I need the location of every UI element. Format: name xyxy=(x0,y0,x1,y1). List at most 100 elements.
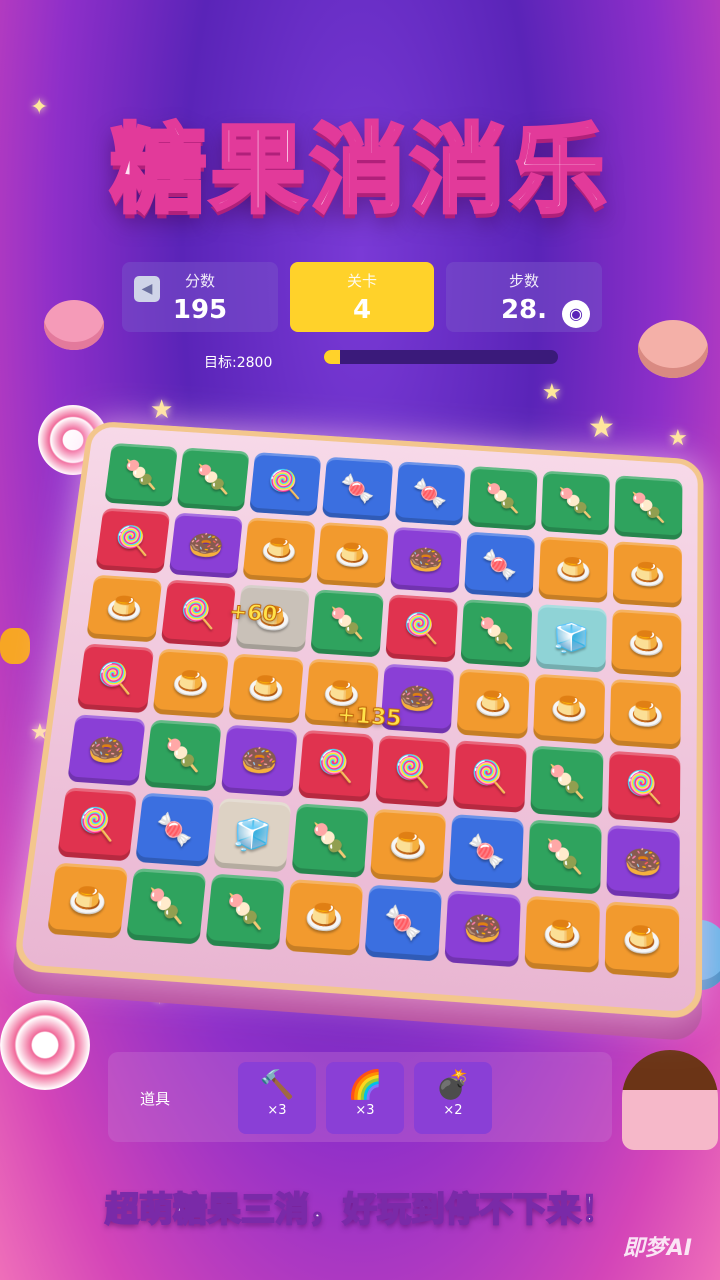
candy-tile[interactable]: 🍮 xyxy=(228,653,304,724)
candy-tile[interactable]: 🍬 xyxy=(464,531,536,599)
candy-icon: 🍡 xyxy=(309,821,351,860)
candy-tile[interactable]: 🍮 xyxy=(456,668,530,740)
slogan: 超萌糖果三消，好玩到停不下来！ xyxy=(104,1189,616,1231)
candy-icon: 🍮 xyxy=(626,695,665,733)
candy-icon: 🍭 xyxy=(266,467,305,501)
candy-icon: 🍮 xyxy=(246,670,287,707)
candy-tile[interactable]: 🍩 xyxy=(168,512,243,579)
candy-icon: 🍮 xyxy=(303,897,346,938)
candy-tile[interactable]: 🍬 xyxy=(135,792,215,867)
candy-tile[interactable]: 🧊 xyxy=(535,604,607,673)
candy-tile[interactable]: 🍬 xyxy=(321,456,394,522)
candy-icon: 🍮 xyxy=(622,919,663,960)
candy-tile[interactable]: 🍮 xyxy=(609,678,681,750)
macaron-icon xyxy=(44,300,104,350)
candy-tile[interactable]: 🍡 xyxy=(205,873,285,951)
candy-tile[interactable]: 🍡 xyxy=(467,465,538,531)
candy-tile[interactable]: 🍮 xyxy=(612,541,682,608)
level-value: 4 xyxy=(352,295,372,325)
candy-tile[interactable]: 🍮 xyxy=(369,808,447,884)
candy-tile[interactable]: 🍡 xyxy=(460,599,533,668)
candy-tile[interactable]: 🍡 xyxy=(176,447,250,512)
candy-tile[interactable]: 🍭 xyxy=(76,643,155,714)
ice-cream-icon xyxy=(622,1050,718,1150)
candy-tile[interactable]: 🍩 xyxy=(67,714,146,787)
candy-tile[interactable]: 🍡 xyxy=(291,803,369,878)
target-label: 目标:2800 xyxy=(204,355,273,371)
back-arrow-icon[interactable]: ◀ xyxy=(134,276,160,302)
candy-tile[interactable]: 🍭 xyxy=(95,507,171,574)
candy-tile[interactable]: 🍭 xyxy=(452,740,527,813)
candy-tile[interactable]: 🍮 xyxy=(316,522,389,589)
candy-icon: 🍭 xyxy=(392,752,433,790)
candy-icon: 🍬 xyxy=(338,472,377,506)
candy-tile[interactable]: 🍬 xyxy=(448,814,524,889)
candy-tile[interactable]: 🍮 xyxy=(242,517,316,584)
sparkle-icon: ★ xyxy=(542,380,562,405)
candy-icon: 🍩 xyxy=(85,731,128,769)
level-label: 关卡 xyxy=(346,272,377,290)
candy-icon: 🧊 xyxy=(231,815,274,855)
candy-icon: 🍭 xyxy=(95,660,137,697)
game-title: 糖果消消乐 xyxy=(108,112,610,228)
candy-icon: 🍩 xyxy=(623,842,663,882)
candy-tile[interactable]: 🍮 xyxy=(46,862,129,939)
target-icon[interactable]: ◉ xyxy=(562,300,590,328)
candy-tile[interactable]: 🍡 xyxy=(126,868,207,945)
candy-icon: 🍡 xyxy=(145,886,188,926)
candy-tile[interactable]: 🍭 xyxy=(385,594,459,663)
candy-icon: 🍬 xyxy=(466,831,507,871)
candy-icon: 🍡 xyxy=(630,490,667,525)
candy-tile[interactable]: 🍡 xyxy=(540,470,610,536)
candy-tile[interactable]: 🧊 xyxy=(213,797,292,873)
candy-icon: 🍭 xyxy=(315,747,357,785)
candy-icon: 🍩 xyxy=(239,741,280,780)
candy-icon: 🍮 xyxy=(629,557,666,592)
moves-label: 步数 xyxy=(508,272,539,290)
sparkle-icon: ★ xyxy=(588,410,615,445)
candy-tile[interactable]: 🍭 xyxy=(249,452,322,517)
candy-tile[interactable]: 🍭 xyxy=(608,750,681,824)
macaron-icon xyxy=(638,320,708,378)
candy-icon: 🍮 xyxy=(473,685,513,722)
candy-tile[interactable]: 🍬 xyxy=(394,461,466,526)
candy-tile[interactable]: 🍭 xyxy=(160,579,237,648)
candy-tile[interactable]: 🍩 xyxy=(220,724,298,797)
tool-count: ×3 xyxy=(355,1103,375,1118)
candy-tile[interactable]: 🍮 xyxy=(284,879,364,956)
candy-tile[interactable]: 🍮 xyxy=(538,536,609,604)
tool-hammer-button[interactable]: 🔨 ×3 xyxy=(238,1062,316,1134)
candy-tile[interactable]: 🍮 xyxy=(152,648,229,719)
candy-tile[interactable]: 🍮 xyxy=(604,901,680,979)
candy-tile[interactable]: 🍡 xyxy=(614,475,683,541)
sparkle-icon: ★ xyxy=(668,426,688,451)
candy-tile[interactable]: 🍩 xyxy=(606,824,680,901)
candy-tile[interactable]: 🍩 xyxy=(390,526,462,594)
candy-tile[interactable]: 🍡 xyxy=(530,745,604,819)
candy-tile[interactable]: 🍡 xyxy=(527,819,602,895)
candy-tile[interactable]: 🍭 xyxy=(375,735,451,808)
progress-fill xyxy=(324,350,341,364)
candy-icon: 🍡 xyxy=(224,891,267,932)
candy-icon: 🍭 xyxy=(470,757,510,796)
candy-icon: 🍩 xyxy=(186,528,226,563)
candy-tile[interactable]: 🍮 xyxy=(611,608,682,678)
candy-icon: 🧊 xyxy=(552,620,591,656)
tool-bomb-button[interactable]: 💣 ×2 xyxy=(414,1062,492,1134)
candy-icon: 🍡 xyxy=(484,481,522,515)
tool-rainbow-button[interactable]: 🌈 ×3 xyxy=(326,1062,404,1134)
candy-tile[interactable]: 🍮 xyxy=(533,673,606,745)
score-popup: +135 xyxy=(336,702,403,732)
candy-icon: 🍮 xyxy=(104,590,145,626)
candy-tile[interactable]: 🍡 xyxy=(104,442,178,507)
candy-tile[interactable]: 🍬 xyxy=(364,884,443,962)
candy-tile[interactable]: 🍭 xyxy=(297,729,374,803)
candy-tile[interactable]: 🍮 xyxy=(524,895,601,974)
candy-tile[interactable]: 🍡 xyxy=(143,719,222,792)
watermark: 即梦AI xyxy=(622,1236,692,1261)
candy-tile[interactable]: 🍭 xyxy=(57,787,138,862)
candy-icon: 🍡 xyxy=(121,458,161,492)
candy-tile[interactable]: 🍩 xyxy=(444,890,521,968)
candy-tile[interactable]: 🍮 xyxy=(86,574,163,643)
candy-tile[interactable]: 🍡 xyxy=(310,589,384,658)
